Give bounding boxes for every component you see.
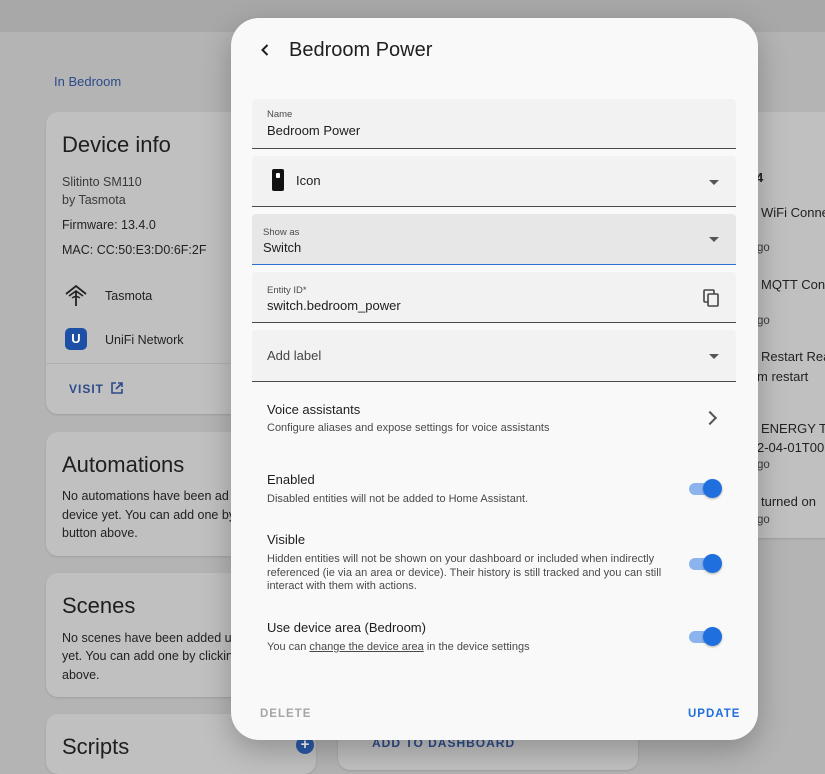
device-manufacturer: by Tasmota <box>62 193 126 207</box>
name-field-label: Name <box>267 109 293 120</box>
toggle-thumb <box>703 479 722 498</box>
switch-device-icon <box>272 169 284 191</box>
visible-toggle[interactable] <box>687 552 722 574</box>
automations-line: button above. <box>62 526 138 540</box>
delete-button[interactable]: DELETE <box>260 708 311 720</box>
chevron-left-icon <box>261 44 269 56</box>
show-as-select[interactable]: Show as Switch <box>252 214 736 265</box>
enabled-toggle[interactable] <box>687 477 722 499</box>
scripts-title: Scripts <box>62 734 130 759</box>
activity-fragment: go <box>757 514 770 526</box>
scenes-line: yet. You can add one by clickin <box>62 649 233 663</box>
device-mac: MAC: CC:50:E3:D0:6F:2F <box>62 243 207 257</box>
voice-assistants-row[interactable]: Voice assistants Configure aliases and e… <box>252 394 736 438</box>
device-info-card: Device info Slitinto SM110 by Tasmota Fi… <box>46 112 246 414</box>
entity-settings-dialog: Bedroom Power Name Bedroom Power Icon Sh… <box>231 18 758 740</box>
show-as-label: Show as <box>263 227 300 238</box>
tasmota-icon <box>65 284 87 306</box>
activity-fragment: turned on <box>761 494 816 509</box>
use-device-area-title: Use device area (Bedroom) <box>267 620 426 635</box>
toggle-thumb <box>703 554 722 573</box>
activity-fragment: WiFi Conne <box>761 205 825 220</box>
entity-id-field[interactable]: Entity ID* switch.bedroom_power <box>252 272 736 323</box>
automations-line: device yet. You can add one by <box>62 508 236 522</box>
visit-button[interactable]: VISIT <box>66 380 126 400</box>
dropdown-arrow-icon <box>709 180 719 185</box>
unifi-icon: U <box>65 328 87 350</box>
activity-fragment: 2-04-01T00:0 <box>757 440 825 455</box>
use-device-area-text-before: You can <box>267 641 310 653</box>
name-field-value: Bedroom Power <box>267 123 361 138</box>
scenes-card: Scenes No scenes have been added u yet. … <box>46 573 246 697</box>
scenes-title: Scenes <box>62 593 136 618</box>
use-device-area-toggle[interactable] <box>687 625 722 647</box>
activity-fragment: go <box>757 315 770 327</box>
device-info-title: Device info <box>62 132 171 157</box>
breadcrumb-area-link[interactable]: In Bedroom <box>54 74 121 89</box>
use-device-area-subtitle: You can change the device area in the de… <box>267 641 667 655</box>
visit-label: VISIT <box>69 382 105 396</box>
device-model: Slitinto SM110 <box>62 175 142 189</box>
dropdown-arrow-icon <box>709 354 719 359</box>
card-divider <box>46 363 246 364</box>
enabled-subtitle: Disabled entities will not be added to H… <box>267 493 529 505</box>
icon-picker-value: Icon <box>296 173 321 188</box>
activity-fragment: Restart Rea <box>761 349 825 364</box>
dialog-title: Bedroom Power <box>289 39 433 61</box>
integration-unifi[interactable]: UniFi Network <box>105 331 184 349</box>
activity-fragment: go <box>757 459 770 471</box>
icon-picker[interactable]: Icon <box>252 156 736 207</box>
use-device-area-text-after: in the device settings <box>423 641 530 653</box>
voice-assistants-title: Voice assistants <box>267 402 361 417</box>
chevron-right-icon <box>702 410 718 426</box>
entity-id-label: Entity ID* <box>267 285 307 296</box>
enabled-title: Enabled <box>267 472 315 487</box>
show-as-value: Switch <box>263 240 302 255</box>
update-button[interactable]: UPDATE <box>688 708 740 720</box>
scenes-line: above. <box>62 668 100 682</box>
activity-fragment: MQTT Conn <box>761 277 825 292</box>
activity-fragment: m restart <box>757 369 809 384</box>
back-button[interactable] <box>253 38 277 62</box>
visible-title: Visible <box>267 532 306 547</box>
toggle-thumb <box>703 627 722 646</box>
copy-icon[interactable] <box>703 289 719 307</box>
activity-fragment: ENERGY To <box>761 421 825 436</box>
activity-fragment: go <box>757 242 770 254</box>
voice-assistants-subtitle: Configure aliases and expose settings fo… <box>267 422 550 434</box>
visible-subtitle: Hidden entities will not be shown on you… <box>267 553 662 592</box>
entity-id-value: switch.bedroom_power <box>267 298 401 313</box>
add-label-select[interactable]: Add label <box>252 330 736 382</box>
open-in-new-icon <box>111 382 123 394</box>
dropdown-arrow-icon <box>709 237 719 242</box>
automations-title: Automations <box>62 452 185 477</box>
add-label-placeholder: Add label <box>267 348 322 363</box>
automations-line: No automations have been ad <box>62 489 229 503</box>
change-device-area-link[interactable]: change the device area <box>309 641 423 653</box>
integration-tasmota[interactable]: Tasmota <box>105 287 152 305</box>
scenes-line: No scenes have been added u <box>62 631 232 645</box>
device-firmware: Firmware: 13.4.0 <box>62 218 156 232</box>
name-field[interactable]: Name Bedroom Power <box>252 99 736 149</box>
automations-card: Automations No automations have been ad … <box>46 432 246 556</box>
